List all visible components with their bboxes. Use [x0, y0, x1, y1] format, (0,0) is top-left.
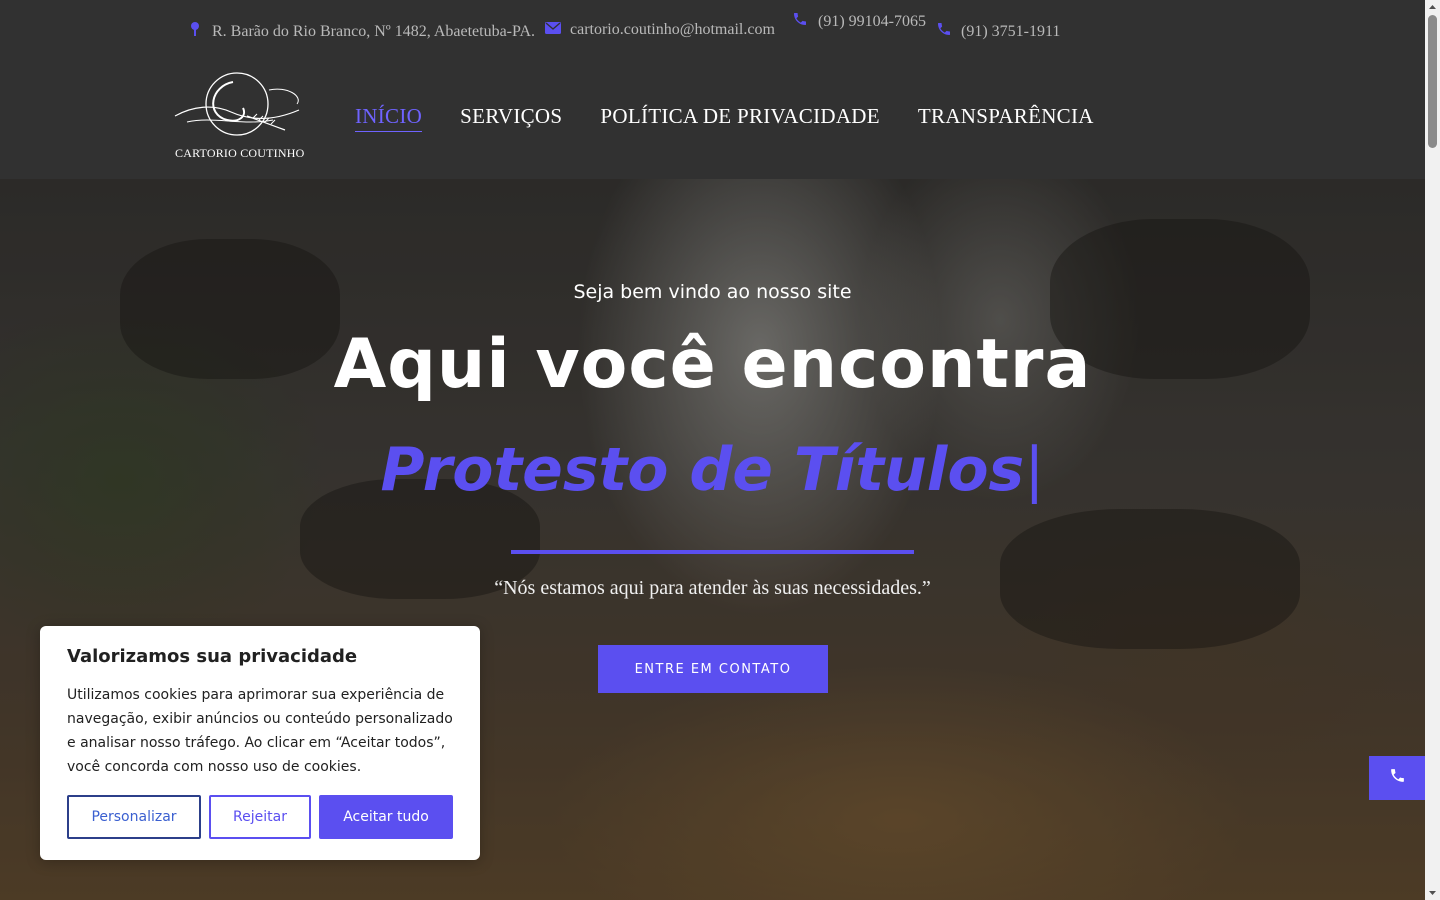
floating-call-button[interactable]: [1369, 756, 1425, 800]
address-item: R. Barão do Rio Branco, Nº 1482, Abaetet…: [190, 21, 535, 42]
typing-cursor: |: [1024, 435, 1045, 505]
email-text[interactable]: cartorio.coutinho@hotmail.com: [570, 21, 775, 39]
phone-icon: [1389, 767, 1406, 789]
nav-item-servicos[interactable]: SERVIÇOS: [460, 104, 562, 132]
hero-typed-text: Protesto de Títulos|: [0, 435, 1425, 505]
scroll-thumb[interactable]: [1428, 15, 1437, 148]
logo-text: CARTORIO COUTINHO: [175, 146, 305, 160]
nav-item-politica-de-privacidade[interactable]: POLÍTICA DE PRIVACIDADE: [600, 104, 880, 132]
phone-landline-item[interactable]: (91) 3751-1911: [936, 21, 1060, 42]
site-header: R. Barão do Rio Branco, Nº 1482, Abaetet…: [0, 0, 1425, 179]
email-item[interactable]: cartorio.coutinho@hotmail.com: [545, 21, 775, 39]
phone-icon: [792, 11, 808, 32]
phone-mobile-item[interactable]: (91) 99104-7065: [792, 10, 932, 33]
envelope-icon: [545, 21, 561, 39]
phone-mobile-text[interactable]: (91) 99104-7065: [812, 10, 932, 33]
address-text: R. Barão do Rio Branco, Nº 1482, Abaetet…: [212, 22, 535, 40]
phone-landline-text[interactable]: (91) 3751-1911: [961, 23, 1060, 41]
customize-cookies-button[interactable]: Personalizar: [67, 795, 201, 839]
hero-title: Aqui você encontra: [333, 325, 1092, 404]
nav-item-transparencia[interactable]: TRANSPARÊNCIA: [918, 104, 1094, 132]
hero-subtitle: Seja bem vindo ao nosso site: [573, 281, 852, 303]
nav-item-inicio[interactable]: INÍCIO: [355, 104, 423, 132]
scroll-down-arrow-icon[interactable]: [1425, 885, 1440, 900]
typed-text: Protesto de Títulos: [380, 435, 1025, 505]
hero-quote: “Nós estamos aqui para atender às suas n…: [494, 577, 931, 599]
scrollbar[interactable]: [1425, 0, 1440, 900]
hero-divider: [511, 550, 914, 554]
phone-icon: [936, 21, 952, 42]
cookie-title: Valorizamos sua privacidade: [67, 646, 358, 667]
scroll-up-arrow-icon[interactable]: [1425, 0, 1440, 15]
cookie-consent-banner: Valorizamos sua privacidade Utilizamos c…: [40, 626, 480, 860]
reject-cookies-button[interactable]: Rejeitar: [209, 795, 311, 839]
accept-cookies-button[interactable]: Aceitar tudo: [319, 795, 453, 839]
main-nav: INÍCIO SERVIÇOS POLÍTICA DE PRIVACIDADE …: [355, 104, 1132, 132]
contact-button[interactable]: ENTRE EM CONTATO: [598, 645, 828, 693]
cookie-text: Utilizamos cookies para aprimorar sua ex…: [67, 687, 453, 775]
top-contact-bar: R. Barão do Rio Branco, Nº 1482, Abaetet…: [0, 0, 1425, 62]
map-pin-icon: [190, 21, 200, 42]
